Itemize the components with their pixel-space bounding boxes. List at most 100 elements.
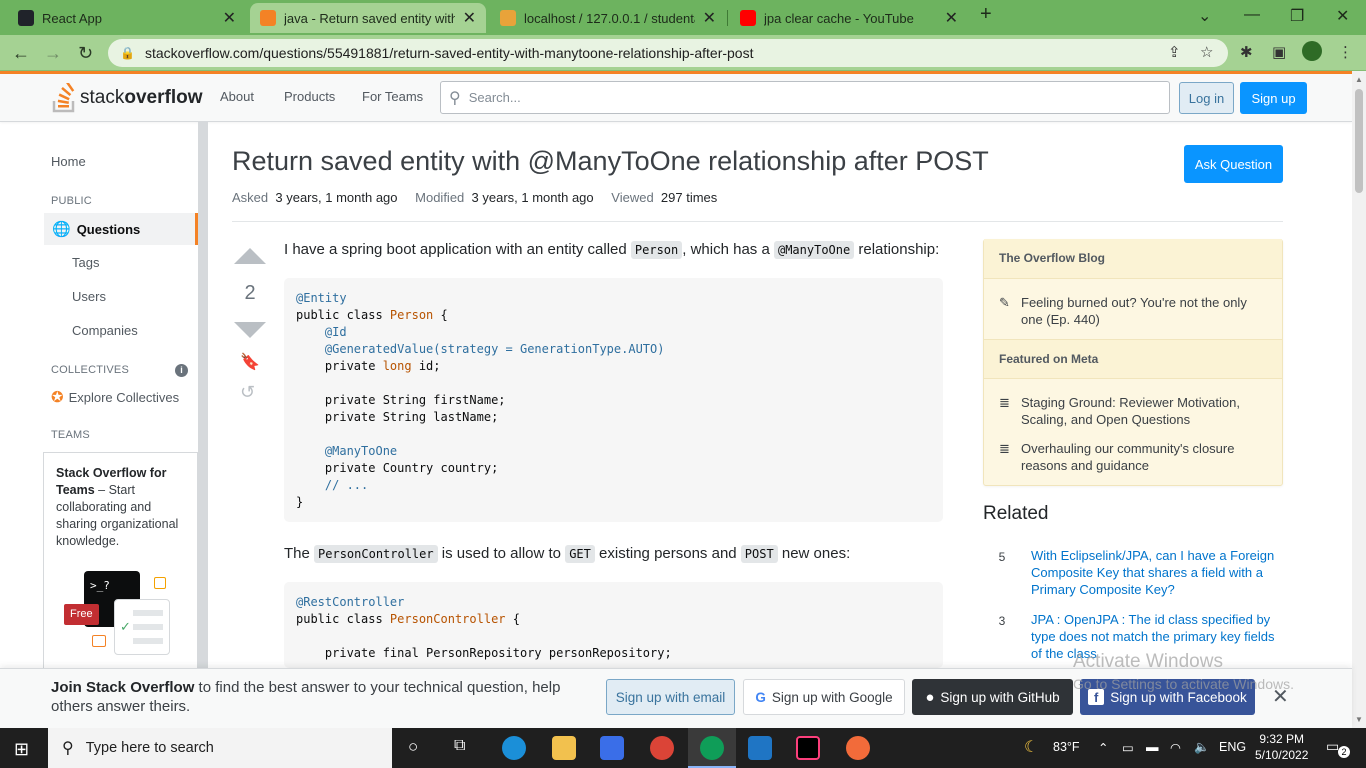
restore-icon[interactable]: ❐ (1290, 6, 1304, 26)
sidebar-item-explore-collectives[interactable]: ✪ Explore Collectives (51, 388, 179, 406)
side-panel-icon[interactable]: ▣ (1272, 43, 1286, 61)
code-block-controller[interactable]: @RestController public class PersonContr… (284, 582, 943, 668)
code-block-entity[interactable]: @Entity public class Person { @Id @Gener… (284, 278, 943, 522)
related-score: 5 (983, 547, 1021, 567)
volume-icon[interactable]: 🔈 (1194, 740, 1210, 755)
cortana-circle-icon[interactable]: ○ (408, 737, 418, 757)
postman-icon[interactable] (846, 736, 870, 760)
asked-value[interactable]: 3 years, 1 month ago (275, 190, 397, 205)
forward-arrow-icon[interactable]: → (44, 43, 62, 64)
collectives-star-icon: ✪ (51, 389, 64, 406)
close-icon[interactable]: ✕ (703, 8, 716, 28)
meta-item[interactable]: ≣ Staging Ground: Reviewer Motivation, S… (999, 394, 1269, 428)
close-icon[interactable]: ✕ (945, 8, 958, 28)
store-icon[interactable] (600, 736, 624, 760)
sidebar-item-tags[interactable]: Tags (72, 255, 99, 270)
notification-count: 2 (1338, 746, 1350, 758)
inline-code: POST (740, 545, 778, 563)
chevron-up-icon[interactable]: ⌃ (1098, 740, 1108, 755)
taskbar-search-input[interactable]: ⚲ Type here to search (48, 728, 392, 768)
meta-heading: Featured on Meta (984, 339, 1282, 379)
close-icon[interactable]: ✕ (223, 8, 236, 28)
related-heading: Related (983, 503, 1049, 524)
tab-title: localhost / 127.0.0.1 / studentapi (524, 10, 695, 26)
related-link[interactable]: With Eclipselink/JPA, can I have a Forei… (1031, 547, 1283, 598)
scroll-down-arrow-icon[interactable]: ▼ (1355, 715, 1363, 724)
url-input[interactable]: 🔒 stackoverflow.com/questions/55491881/r… (108, 39, 1228, 67)
info-icon[interactable]: i (175, 364, 188, 377)
weather-moon-icon[interactable]: ☾ (1024, 737, 1038, 757)
tab-phpmyadmin[interactable]: localhost / 127.0.0.1 / studentapi ✕ (490, 3, 726, 33)
extensions-puzzle-icon[interactable]: ✱ (1240, 43, 1253, 61)
network-icon[interactable]: ▭ (1122, 740, 1134, 755)
wifi-icon[interactable]: ◠ (1170, 740, 1181, 755)
chrome-icon[interactable] (650, 736, 674, 760)
tab-react-app[interactable]: React App ✕ (8, 3, 246, 33)
bookmark-star-icon[interactable]: ☆ (1200, 43, 1213, 61)
profile-avatar-icon[interactable] (1302, 41, 1322, 61)
chrome-profile-icon[interactable] (700, 736, 724, 760)
nav-about[interactable]: About (220, 89, 254, 104)
meta-item[interactable]: ≣ Overhauling our community's closure re… (999, 440, 1269, 474)
minimize-icon[interactable]: — (1244, 6, 1260, 24)
new-tab-plus-icon[interactable]: + (980, 3, 992, 26)
weather-temp[interactable]: 83°F (1053, 740, 1080, 754)
nav-for-teams[interactable]: For Teams (362, 89, 423, 104)
menu-kebab-icon[interactable]: ⋮ (1338, 43, 1353, 61)
text: , which has a (682, 241, 774, 258)
scrollbar-thumb[interactable] (1355, 89, 1363, 193)
phpmyadmin-favicon-icon (500, 10, 516, 26)
scroll-up-arrow-icon[interactable]: ▲ (1355, 75, 1363, 84)
signup-email-button[interactable]: Sign up with email (606, 679, 735, 715)
downvote-arrow-icon[interactable] (234, 322, 266, 338)
blog-item[interactable]: ✎ Feeling burned out? You're not the onl… (999, 294, 1269, 328)
free-badge: Free (64, 604, 99, 625)
inline-code: Person (630, 241, 683, 259)
chat-bubble-icon (92, 635, 106, 647)
tab-stackoverflow[interactable]: java - Return saved entity with @ ✕ (250, 3, 486, 33)
battery-icon[interactable]: ▬ (1146, 740, 1159, 754)
taskbar-clock[interactable]: 9:32 PM 5/10/2022 (1255, 731, 1308, 763)
intellij-icon[interactable] (796, 736, 820, 760)
reload-icon[interactable]: ↻ (78, 43, 93, 64)
back-arrow-icon[interactable]: ← (12, 43, 30, 64)
share-icon[interactable]: ⇪ (1168, 43, 1181, 61)
sidebar-scrollbar[interactable] (198, 122, 208, 668)
sidebar-item-companies[interactable]: Companies (72, 323, 138, 338)
stack-mini-icon: ≣ (999, 395, 1010, 410)
signup-button[interactable]: Sign up (1240, 82, 1307, 114)
vscode-icon[interactable] (748, 736, 772, 760)
sidebar-item-questions[interactable]: 🌐 Questions (44, 213, 198, 245)
activate-windows-subtitle: Go to Settings to activate Windows. (1073, 676, 1294, 692)
related-item[interactable]: 5 With Eclipselink/JPA, can I have a For… (983, 547, 1283, 598)
signup-google-button[interactable]: G Sign up with Google (743, 679, 905, 715)
sidebar-heading-collectives: COLLECTIVES (51, 364, 130, 376)
ask-question-button[interactable]: Ask Question (1184, 145, 1283, 183)
bookmark-icon[interactable]: 🔖 (240, 352, 260, 372)
history-icon[interactable]: ↺ (240, 382, 255, 403)
search-input[interactable]: ⚲ Search... (440, 81, 1170, 114)
modified-value[interactable]: 3 years, 1 month ago (472, 190, 594, 205)
upvote-arrow-icon[interactable] (234, 248, 266, 264)
task-view-icon[interactable]: ⧉ (454, 737, 465, 755)
question-title[interactable]: Return saved entity with @ManyToOne rela… (232, 146, 989, 177)
file-explorer-icon[interactable] (552, 736, 576, 760)
tab-search-chevron-icon[interactable]: ⌄ (1198, 6, 1211, 26)
teams-illustration: >_? ✓ Free (64, 571, 184, 661)
inline-code: GET (565, 545, 595, 563)
sidebar-item-users[interactable]: Users (72, 289, 106, 304)
signup-github-button[interactable]: ● Sign up with GitHub (912, 679, 1073, 715)
windows-start-icon[interactable]: ⊞ (14, 739, 29, 760)
nav-products[interactable]: Products (284, 89, 335, 104)
stackoverflow-logo[interactable]: stack overflow (52, 83, 202, 113)
language-indicator[interactable]: ENG (1219, 740, 1246, 754)
window-close-icon[interactable]: ✕ (1336, 6, 1349, 26)
search-placeholder: Search... (468, 90, 521, 105)
tab-youtube[interactable]: jpa clear cache - YouTube ✕ (730, 3, 968, 33)
sidebar-item-label: Questions (76, 221, 141, 237)
sidebar-item-home[interactable]: Home (51, 154, 86, 169)
edge-icon[interactable] (502, 736, 526, 760)
login-button[interactable]: Log in (1179, 82, 1234, 114)
close-icon[interactable]: ✕ (463, 8, 476, 28)
page-scrollbar[interactable]: ▲ ▼ (1352, 71, 1366, 728)
